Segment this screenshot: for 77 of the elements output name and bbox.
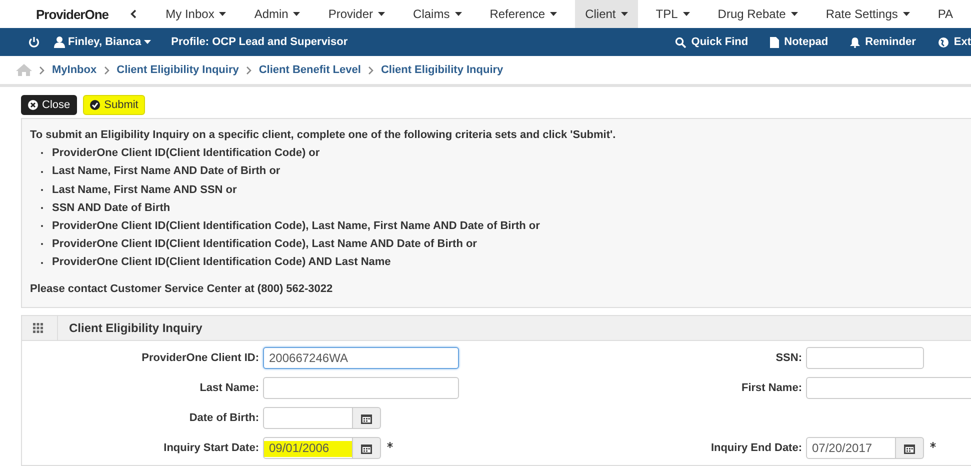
check-icon: [90, 100, 100, 110]
menu-tab[interactable]: Reference: [480, 0, 568, 28]
toolbar-link[interactable]: Reminder: [850, 36, 916, 48]
menu-tab[interactable]: Admin: [244, 0, 310, 28]
caret-icon: [790, 12, 798, 16]
menu-tab[interactable]: Provider: [318, 0, 396, 28]
field-label: Date of Birth:: [188, 412, 260, 424]
menu-tab[interactable]: My Inbox: [156, 0, 236, 28]
breadcrumb-link[interactable]: Client Benefit Level: [258, 64, 361, 76]
field-label: Inquiry Start Date:: [162, 442, 260, 454]
input-field[interactable]: 200667246WA: [263, 347, 459, 369]
caret-icon: [293, 12, 300, 16]
instructions-text: To submit an Eligibility Inquiry on a specific client, complete one of the following criteria sets and click 'Submit'.: [30, 128, 617, 143]
chevron-icon: [368, 66, 374, 74]
caret-icon: [550, 12, 558, 16]
user-menu[interactable]: Finley, Bianca: [54, 36, 152, 48]
calendar-icon: [904, 442, 915, 454]
calendar-icon: [361, 412, 372, 424]
input-field[interactable]: [263, 377, 459, 399]
contact-text: Please contact Customer Service Center at (800) 562-3022: [30, 282, 334, 297]
menu-tab[interactable]: Rate Settings: [816, 0, 920, 28]
calendar-icon: [361, 442, 372, 454]
close-icon: [28, 100, 38, 110]
panel-title: Client Eligibility Inquiry: [69, 321, 202, 335]
calendar-button[interactable]: [353, 437, 381, 459]
toolbar-link[interactable]: Ext: [938, 36, 971, 48]
breadcrumb-link[interactable]: Client Eligibility Inquiry: [116, 64, 239, 76]
menu-tab[interactable]: PA: [928, 0, 963, 28]
breadcrumb-link[interactable]: MyInbox: [52, 64, 97, 76]
criteria-item: ProviderOne Client ID(Client Identification Code), Last Name, First Name AND Date of Birth or: [52, 219, 540, 234]
criteria-item: ProviderOne Client ID(Client Identification Code), Last Name AND Date of Birth or: [52, 237, 477, 252]
bell-icon: [850, 36, 860, 48]
globe-icon: [938, 36, 949, 48]
criteria-item: ProviderOne Client ID(Client Identification Code) or: [52, 146, 320, 162]
toolbar-link[interactable]: Quick Find: [675, 36, 748, 48]
field-label: Last Name:: [198, 382, 260, 394]
criteria-item: Last Name, First Name AND SSN or: [52, 182, 237, 198]
menu-tab[interactable]: Client: [575, 0, 638, 28]
input-field[interactable]: [806, 347, 924, 369]
close-button[interactable]: Close: [21, 95, 78, 115]
submit-button[interactable]: Submit: [83, 95, 146, 115]
menu-tab[interactable]: TPL: [646, 0, 700, 28]
caret-icon: [378, 12, 386, 16]
grid-icon: [33, 323, 43, 333]
caret-icon: [682, 12, 690, 16]
menu-tab[interactable]: Drug Rebate: [708, 0, 808, 28]
input-field[interactable]: [806, 377, 971, 399]
power-icon[interactable]: [28, 36, 40, 48]
calendar-button[interactable]: [896, 437, 924, 459]
caret-icon: [454, 12, 462, 16]
caret-icon: [902, 12, 910, 16]
logo: ProviderOne: [36, 6, 110, 22]
search-icon: [675, 36, 686, 48]
user-icon: [54, 36, 65, 48]
field-label: SSN:: [774, 352, 803, 364]
calendar-button[interactable]: [353, 407, 381, 429]
back-icon[interactable]: [130, 9, 138, 19]
criteria-item: ProviderOne Client ID(Client Identification Code) AND Last Name: [52, 255, 391, 270]
caret-icon: [144, 40, 152, 44]
chevron-icon: [39, 66, 45, 74]
caret-icon: [620, 12, 628, 16]
field-label: ProviderOne Client ID:: [140, 352, 260, 364]
date-field[interactable]: 07/20/2017: [806, 437, 896, 459]
criteria-item: Last Name, First Name AND Date of Birth or: [52, 164, 280, 180]
field-label: First Name:: [740, 382, 803, 394]
breadcrumb-link[interactable]: Client Eligibility Inquiry: [380, 64, 504, 76]
menu-tab[interactable]: Claims: [403, 0, 472, 28]
field-label: Inquiry End Date:: [710, 442, 803, 454]
toolbar-link[interactable]: Notepad: [770, 36, 828, 48]
chevron-icon: [246, 66, 252, 74]
caret-icon: [219, 12, 226, 16]
date-field[interactable]: 09/01/2006: [263, 437, 353, 459]
chevron-icon: [104, 66, 110, 74]
profile-label: Profile: OCP Lead and Supervisor: [171, 36, 348, 48]
document-icon: [770, 36, 780, 48]
criteria-item: SSN AND Date of Birth: [52, 200, 170, 216]
date-field[interactable]: [263, 407, 353, 429]
